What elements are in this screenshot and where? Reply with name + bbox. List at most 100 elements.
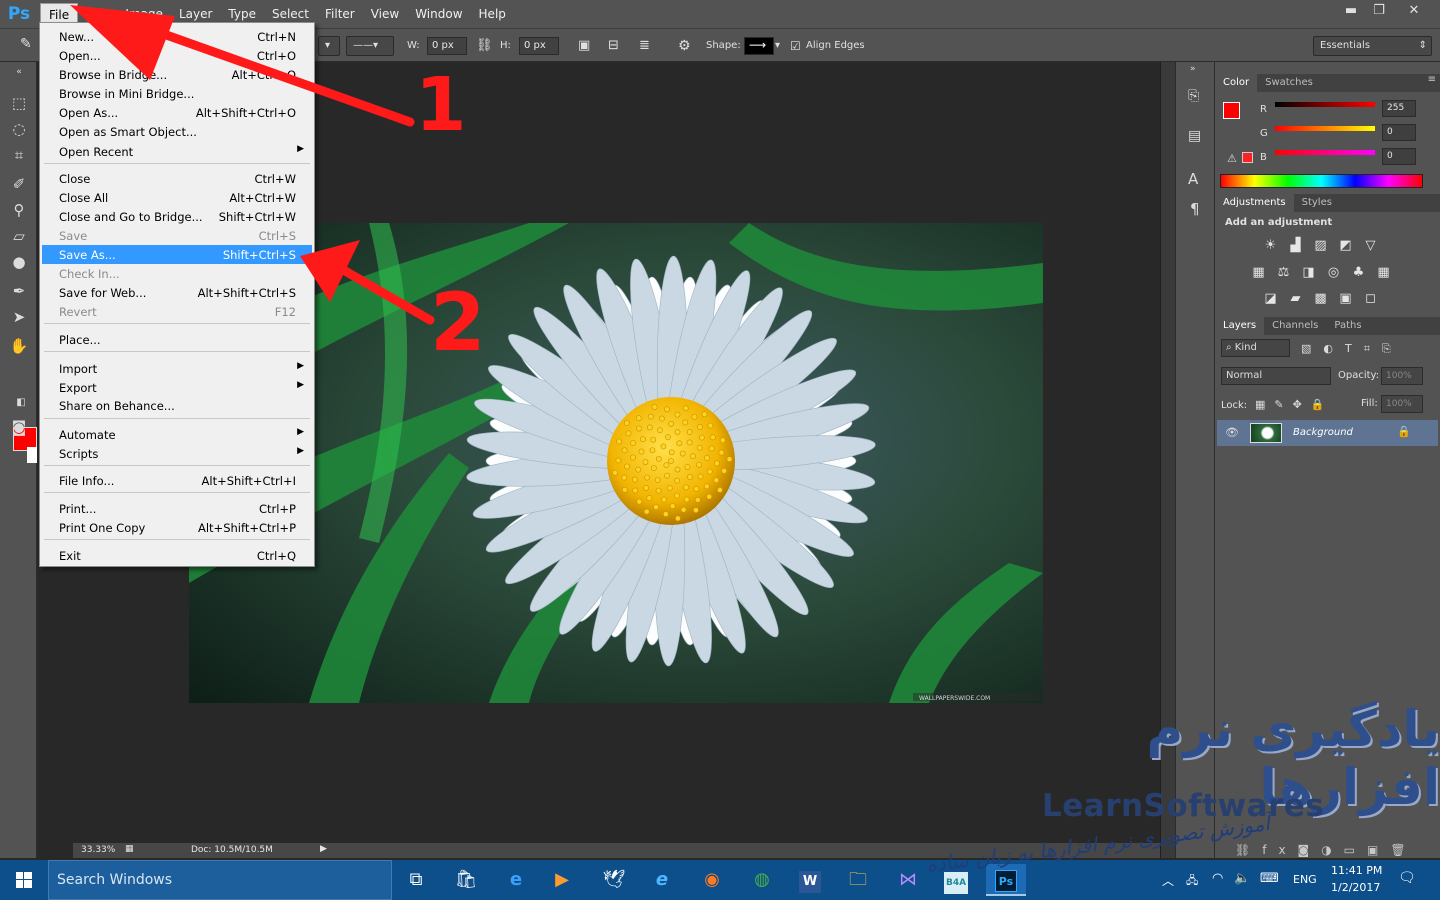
b-value[interactable]: 0 <box>1382 148 1416 165</box>
menu-save-as[interactable]: Save As... Shift+Ctrl+S <box>42 245 312 264</box>
shape-picker-arrow-icon[interactable]: ▾ <box>775 37 780 55</box>
link-dimensions-icon[interactable]: ⛓ <box>476 37 493 55</box>
fill-input[interactable]: 100% <box>1381 395 1423 413</box>
menu-save-for-web[interactable]: Save for Web... Alt+Shift+Ctrl+S <box>42 283 312 302</box>
threshold-icon[interactable]: ▩ <box>1312 291 1329 306</box>
menu-close-go-bridge[interactable]: Close and Go to Bridge... Shift+Ctrl+W <box>42 207 312 226</box>
lasso-tool-icon[interactable]: ◌ <box>8 118 30 140</box>
vibrance-icon[interactable]: ▽ <box>1362 238 1379 253</box>
history-icon[interactable]: ⎘ <box>1188 88 1199 104</box>
menu-export[interactable]: Export ▶ <box>42 378 312 397</box>
color-balance-icon[interactable]: ⚖ <box>1275 265 1292 280</box>
path-alignment-icon[interactable]: ⊟ <box>608 37 619 55</box>
fill-dropdown[interactable]: ▾ <box>318 36 340 56</box>
tab-swatches[interactable]: Swatches <box>1257 74 1321 92</box>
bird-app-icon[interactable]: 🕊 <box>594 864 634 896</box>
layer-filter-kind[interactable]: ⌕ Kind <box>1221 339 1290 357</box>
clock-date[interactable]: 1/2/2017 <box>1331 881 1380 900</box>
brush-tool-icon[interactable]: ✐ <box>8 173 30 195</box>
menu-open-smart-object[interactable]: Open as Smart Object... <box>42 122 312 141</box>
menu-print[interactable]: Print... Ctrl+P <box>42 499 312 518</box>
visual-studio-icon[interactable]: ⋈ <box>888 864 928 896</box>
language-indicator[interactable]: ENG <box>1293 873 1317 900</box>
selective-color-icon[interactable]: ◻ <box>1362 291 1379 306</box>
character-icon[interactable]: A <box>1188 170 1198 188</box>
default-colors-icon[interactable]: ◧ <box>10 392 32 414</box>
shape-picker[interactable]: ⟶ <box>744 37 774 55</box>
tab-adjustments[interactable]: Adjustments <box>1215 194 1294 212</box>
menu-browse-bridge[interactable]: Browse in Bridge... Alt+Ctrl+O <box>42 65 312 84</box>
g-slider[interactable] <box>1275 126 1375 131</box>
hand-tool-icon[interactable]: ✋ <box>8 335 30 357</box>
crop-tool-icon[interactable]: ⌗ <box>8 144 30 166</box>
wifi-icon[interactable]: ◠ <box>1212 871 1223 900</box>
file-explorer-icon[interactable]: 🗀 <box>838 864 878 896</box>
r-value[interactable]: 255 <box>1382 100 1416 117</box>
menu-filter[interactable]: Filter <box>317 3 363 25</box>
curves-icon[interactable]: ▨ <box>1312 238 1329 253</box>
align-edges-checkbox[interactable]: ☑ <box>790 37 801 55</box>
visibility-eye-icon[interactable]: 👁 <box>1225 426 1239 439</box>
menu-print-one-copy[interactable]: Print One Copy Alt+Shift+Ctrl+P <box>42 518 312 537</box>
menu-browse-mini-bridge[interactable]: Browse in Mini Bridge... <box>42 84 312 103</box>
firefox-icon[interactable]: ◉ <box>692 864 732 896</box>
gear-icon[interactable]: ⚙ <box>678 37 691 55</box>
properties-icon[interactable]: ▤ <box>1188 128 1201 144</box>
height-input[interactable]: 0 px <box>519 37 559 55</box>
path-selection-tool-icon[interactable]: ➤ <box>8 306 30 328</box>
layer-row-background[interactable]: 👁 Background 🔒 <box>1217 420 1438 446</box>
close-window-button[interactable]: ✕ <box>1396 2 1432 20</box>
keyboard-icon[interactable]: ⌨ <box>1260 871 1279 900</box>
tab-paths[interactable]: Paths <box>1326 317 1369 335</box>
hue-saturation-icon[interactable]: ▦ <box>1250 265 1267 280</box>
status-options-icon[interactable]: ▦ <box>125 844 134 854</box>
tool-preset-icon[interactable]: ✎ <box>20 35 32 53</box>
eraser-tool-icon[interactable]: ▱ <box>8 225 30 247</box>
menu-help[interactable]: Help <box>471 3 514 25</box>
pen-tool-icon[interactable]: ✒ <box>8 280 30 302</box>
tab-layers[interactable]: Layers <box>1215 317 1265 335</box>
menu-open[interactable]: Open... Ctrl+O <box>42 46 312 65</box>
edge-icon[interactable]: e <box>496 864 536 896</box>
path-arrangement-icon[interactable]: ≣ <box>639 37 650 55</box>
menu-new[interactable]: New... Ctrl+N <box>42 27 312 46</box>
menu-close-all[interactable]: Close All Alt+Ctrl+W <box>42 188 312 207</box>
r-slider[interactable] <box>1275 102 1375 107</box>
photo-filter-icon[interactable]: ◎ <box>1325 265 1342 280</box>
quick-mask-icon[interactable]: ◙ <box>8 416 30 438</box>
channel-mixer-icon[interactable]: ♣ <box>1350 265 1367 280</box>
posterize-icon[interactable]: ▰ <box>1287 291 1304 306</box>
restore-button[interactable]: ❐ <box>1364 2 1394 20</box>
menu-close[interactable]: Close Ctrl+W <box>42 169 312 188</box>
lock-icons[interactable]: ▦✎✥🔒 <box>1255 398 1334 411</box>
layer-name[interactable]: Background <box>1293 427 1353 438</box>
b-slider[interactable] <box>1275 150 1375 155</box>
blend-mode-dropdown[interactable]: Normal <box>1221 367 1331 385</box>
gamut-warning-icon[interactable]: ⚠ <box>1227 152 1237 165</box>
task-view-icon[interactable]: ⧉ <box>396 864 436 896</box>
g-value[interactable]: 0 <box>1382 124 1416 141</box>
layer-filter-icons[interactable]: ▧◐T⌗⎘ <box>1301 342 1403 356</box>
menu-share-behance[interactable]: Share on Behance... <box>42 396 312 415</box>
path-operations-icon[interactable]: ▣ <box>578 37 590 55</box>
volume-icon[interactable]: 🔈 <box>1234 871 1250 900</box>
tab-channels[interactable]: Channels <box>1264 317 1326 335</box>
media-player-icon[interactable]: ▶ <box>542 864 582 896</box>
menu-scripts[interactable]: Scripts ▶ <box>42 444 312 463</box>
opacity-input[interactable]: 100% <box>1381 367 1423 385</box>
exposure-icon[interactable]: ◩ <box>1337 238 1354 253</box>
panel-menu-icon[interactable]: ≡ <box>1428 74 1436 85</box>
brightness-icon[interactable]: ☀ <box>1262 238 1279 253</box>
tray-chevron-icon[interactable]: ︿ <box>1162 872 1174 900</box>
word-icon[interactable]: W <box>790 864 830 896</box>
windows-start-button[interactable] <box>0 860 48 900</box>
chrome-icon[interactable]: ◍ <box>742 864 782 896</box>
stamp-tool-icon[interactable]: ⚲ <box>8 199 30 221</box>
notifications-icon[interactable]: 🗨 <box>1398 870 1416 900</box>
menu-automate[interactable]: Automate ▶ <box>42 425 312 444</box>
workspace-dropdown[interactable]: Essentials ⇕ <box>1313 36 1432 56</box>
black-white-icon[interactable]: ◨ <box>1300 265 1317 280</box>
status-menu-arrow-icon[interactable]: ▶ <box>320 844 327 854</box>
menu-window[interactable]: Window <box>407 3 470 25</box>
stroke-type-dropdown[interactable]: ——▾ <box>346 36 394 56</box>
